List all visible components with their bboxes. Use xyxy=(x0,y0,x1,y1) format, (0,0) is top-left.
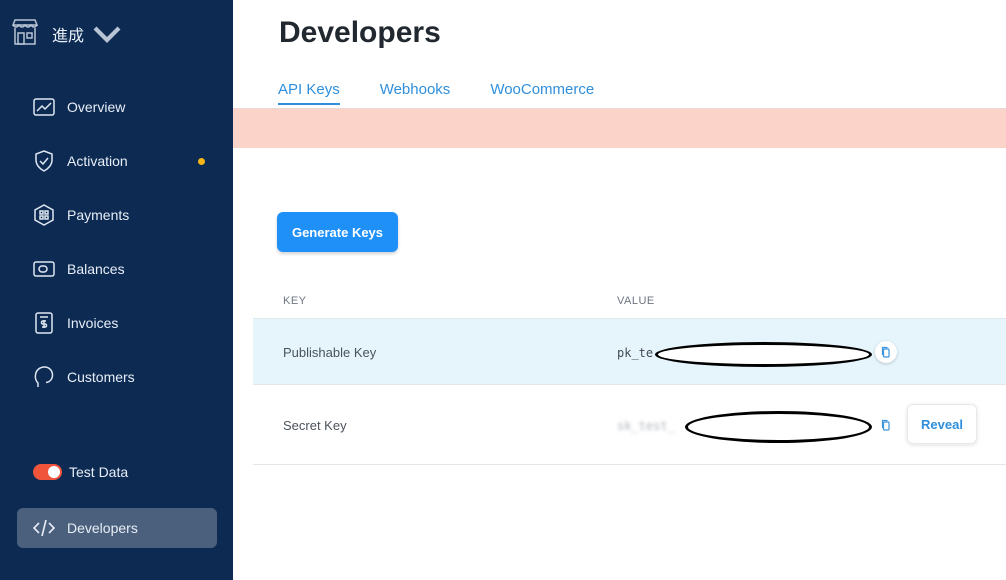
generate-keys-button[interactable]: Generate Keys xyxy=(277,212,398,252)
page-title: Developers xyxy=(279,16,441,49)
chart-icon xyxy=(32,95,56,119)
sidebar-item-label: Customers xyxy=(67,369,135,385)
sidebar-item-label: Activation xyxy=(67,153,128,169)
sidebar-item-developers[interactable]: Developers xyxy=(17,508,217,548)
test-data-toggle-row[interactable]: Test Data xyxy=(33,464,128,480)
store-icon xyxy=(10,17,40,52)
table-row-secret-key: Secret Key sk_test_ Reveal xyxy=(253,384,1006,465)
tab-bar: API Keys Webhooks WooCommerce xyxy=(278,81,634,105)
customer-icon xyxy=(32,365,56,389)
shield-check-icon xyxy=(32,149,56,173)
reveal-button[interactable]: Reveal xyxy=(907,404,977,444)
sidebar: 進成 Overview Activation Payments Balances xyxy=(0,0,233,580)
sidebar-item-activation[interactable]: Activation xyxy=(17,141,217,181)
invoice-icon xyxy=(32,311,56,335)
notice-banner xyxy=(233,108,1006,148)
sidebar-item-invoices[interactable]: Invoices xyxy=(17,303,217,343)
chevron-down-icon xyxy=(93,26,121,43)
store-switcher[interactable]: 進成 xyxy=(10,18,122,50)
key-name: Secret Key xyxy=(283,418,347,433)
column-header-key: KEY xyxy=(283,295,307,307)
sidebar-item-label: Overview xyxy=(67,99,126,115)
tab-api-keys[interactable]: API Keys xyxy=(278,81,340,105)
key-name: Publishable Key xyxy=(283,345,377,360)
redaction-mark xyxy=(655,342,872,367)
key-value-masked: sk_test_ xyxy=(617,419,675,433)
main-content: Developers API Keys Webhooks WooCommerce… xyxy=(233,0,1006,580)
copy-icon[interactable] xyxy=(875,414,897,436)
copy-icon[interactable] xyxy=(875,341,897,363)
sidebar-item-label: Invoices xyxy=(67,315,119,331)
tab-woocommerce[interactable]: WooCommerce xyxy=(490,81,594,105)
tab-webhooks[interactable]: Webhooks xyxy=(380,81,451,105)
sidebar-item-balances[interactable]: Balances xyxy=(17,249,217,289)
payments-icon xyxy=(32,203,56,227)
sidebar-item-label: Payments xyxy=(67,207,130,223)
key-value: pk_te xyxy=(617,346,654,360)
table-row-publishable-key: Publishable Key pk_te xyxy=(253,318,1006,384)
sidebar-item-overview[interactable]: Overview xyxy=(17,87,217,127)
wallet-icon xyxy=(32,257,56,281)
notification-dot xyxy=(198,158,205,165)
redaction-mark xyxy=(685,411,872,443)
sidebar-item-customers[interactable]: Customers xyxy=(17,357,217,397)
column-header-value: VALUE xyxy=(617,295,655,307)
sidebar-item-label: Balances xyxy=(67,261,125,277)
store-name: 進成 xyxy=(52,26,85,45)
test-data-label: Test Data xyxy=(69,464,129,480)
test-data-toggle[interactable] xyxy=(33,464,62,480)
sidebar-item-payments[interactable]: Payments xyxy=(17,195,217,235)
code-icon xyxy=(32,516,56,540)
sidebar-item-label: Developers xyxy=(67,520,138,536)
